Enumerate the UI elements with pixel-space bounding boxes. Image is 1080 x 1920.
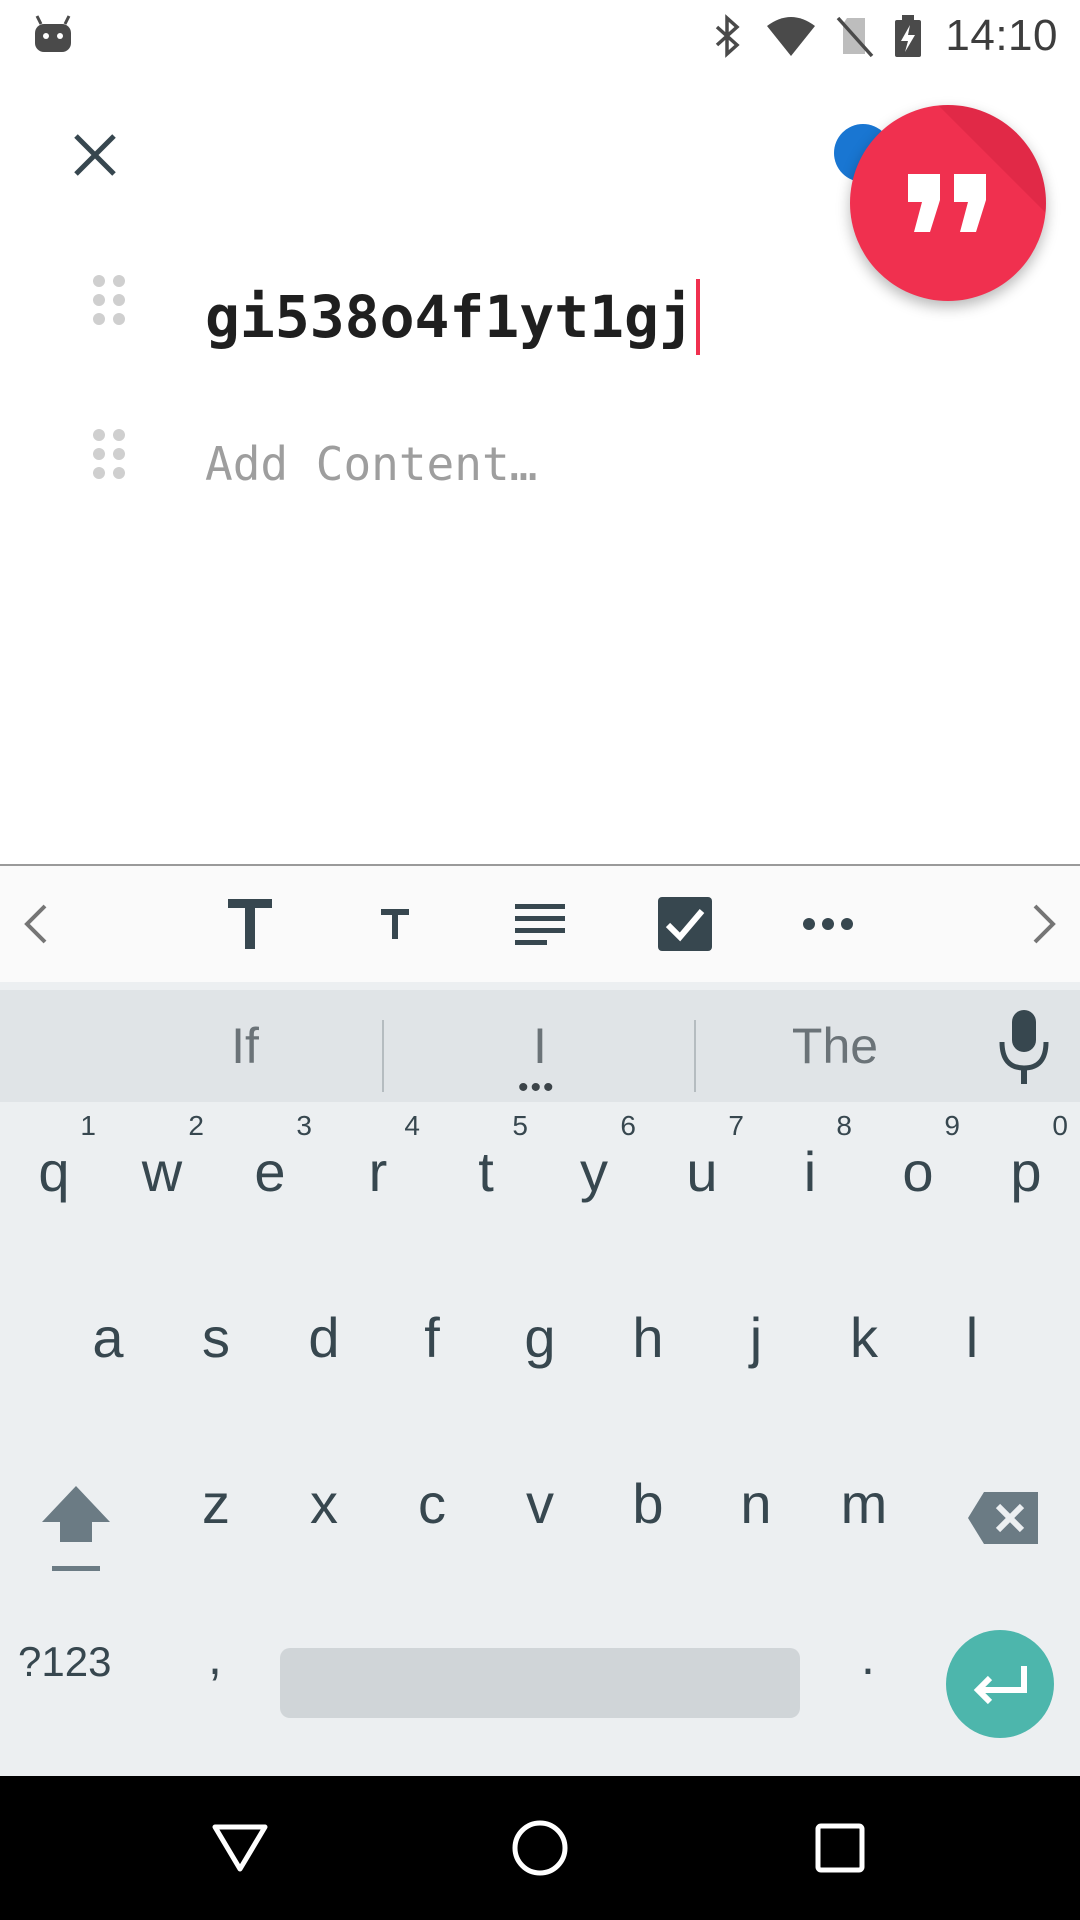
checklist-icon — [658, 897, 712, 951]
home-icon — [512, 1820, 568, 1876]
suggestion-divider — [694, 1020, 696, 1092]
chevron-right-icon — [1033, 904, 1056, 944]
android-debug-icon — [35, 15, 71, 52]
key-r[interactable]: r4 — [324, 1106, 432, 1236]
recents-icon — [815, 1823, 865, 1873]
key-o[interactable]: o9 — [864, 1106, 972, 1236]
suggestion-divider — [382, 1020, 384, 1092]
bluetooth-icon — [716, 14, 741, 58]
title-input[interactable]: gi538o4f1yt1gj — [205, 278, 700, 355]
toolbar-prev-button[interactable] — [10, 866, 60, 982]
quote-fab-button[interactable] — [850, 105, 1046, 301]
status-clock: 14:10 — [945, 11, 1058, 60]
paragraph-format-button[interactable] — [510, 866, 570, 982]
enter-icon — [973, 1666, 1027, 1704]
status-icons: 14:10 — [707, 10, 1058, 62]
more-icon — [803, 918, 853, 930]
key-l[interactable]: l — [918, 1272, 1026, 1402]
suggestion-strip: If I ••• The — [0, 990, 1080, 1104]
recents-button[interactable] — [804, 1812, 876, 1884]
period-key[interactable]: . — [838, 1612, 898, 1702]
key-g[interactable]: g — [486, 1272, 594, 1402]
key-j[interactable]: j — [702, 1272, 810, 1402]
status-bar: 14:10 — [0, 0, 1080, 72]
enter-key[interactable] — [946, 1630, 1054, 1738]
key-h[interactable]: h — [594, 1272, 702, 1402]
key-x[interactable]: x — [270, 1438, 378, 1568]
format-toolbar — [0, 864, 1080, 982]
text-caret — [695, 278, 700, 355]
back-button[interactable] — [204, 1812, 276, 1884]
battery-charging-icon — [895, 15, 922, 57]
title-format-button[interactable] — [215, 866, 285, 982]
key-m[interactable]: m — [810, 1438, 918, 1568]
key-i[interactable]: i8 — [756, 1106, 864, 1236]
format-quote-icon — [908, 174, 986, 232]
key-b[interactable]: b — [594, 1438, 702, 1568]
more-options-button[interactable] — [795, 866, 861, 982]
title-input-value: gi538o4f1yt1gj — [205, 283, 694, 351]
heading-format-button[interactable] — [365, 866, 425, 982]
paragraph-format-icon — [515, 904, 565, 945]
key-w[interactable]: w2 — [108, 1106, 216, 1236]
close-icon — [74, 134, 116, 176]
checklist-button[interactable] — [652, 866, 718, 982]
wifi-icon — [767, 17, 816, 56]
suggestion-more-indicator: ••• — [518, 1071, 556, 1104]
key-q[interactable]: q1 — [0, 1106, 108, 1236]
microphone-icon[interactable] — [996, 1006, 1052, 1090]
key-p[interactable]: p0 — [972, 1106, 1080, 1236]
key-a[interactable]: a — [54, 1272, 162, 1402]
key-n[interactable]: n — [702, 1438, 810, 1568]
comma-key[interactable]: , — [185, 1612, 245, 1702]
backspace-key[interactable] — [966, 1488, 1042, 1548]
no-sim-icon — [837, 16, 874, 58]
content-input[interactable]: Add Content… — [205, 434, 537, 494]
key-v[interactable]: v — [486, 1438, 594, 1568]
key-u[interactable]: u7 — [648, 1106, 756, 1236]
chevron-left-icon — [24, 904, 47, 944]
key-f[interactable]: f — [378, 1272, 486, 1402]
shift-key[interactable] — [36, 1482, 116, 1582]
drag-handle-icon[interactable] — [92, 274, 126, 326]
toolbar-next-button[interactable] — [1020, 866, 1070, 982]
heading-format-icon — [381, 909, 409, 939]
key-k[interactable]: k — [810, 1272, 918, 1402]
navigation-bar — [0, 1776, 1080, 1920]
back-icon — [212, 1824, 268, 1872]
key-d[interactable]: d — [270, 1272, 378, 1402]
title-format-icon — [228, 899, 272, 949]
suggestion-3[interactable]: The — [720, 990, 950, 1102]
space-key[interactable] — [280, 1648, 800, 1718]
key-e[interactable]: e3 — [216, 1106, 324, 1236]
suggestion-1[interactable]: If — [130, 990, 360, 1102]
key-t[interactable]: t5 — [432, 1106, 540, 1236]
soft-keyboard: If I ••• The q1 w2 e3 r4 t5 y6 u7 i8 o9 … — [0, 982, 1080, 1776]
close-button[interactable] — [62, 122, 128, 188]
home-button[interactable] — [504, 1812, 576, 1884]
key-c[interactable]: c — [378, 1438, 486, 1568]
key-s[interactable]: s — [162, 1272, 270, 1402]
key-y[interactable]: y6 — [540, 1106, 648, 1236]
key-z[interactable]: z — [162, 1438, 270, 1568]
symbols-key[interactable]: ?123 — [18, 1622, 148, 1702]
drag-handle-icon[interactable] — [92, 428, 126, 480]
